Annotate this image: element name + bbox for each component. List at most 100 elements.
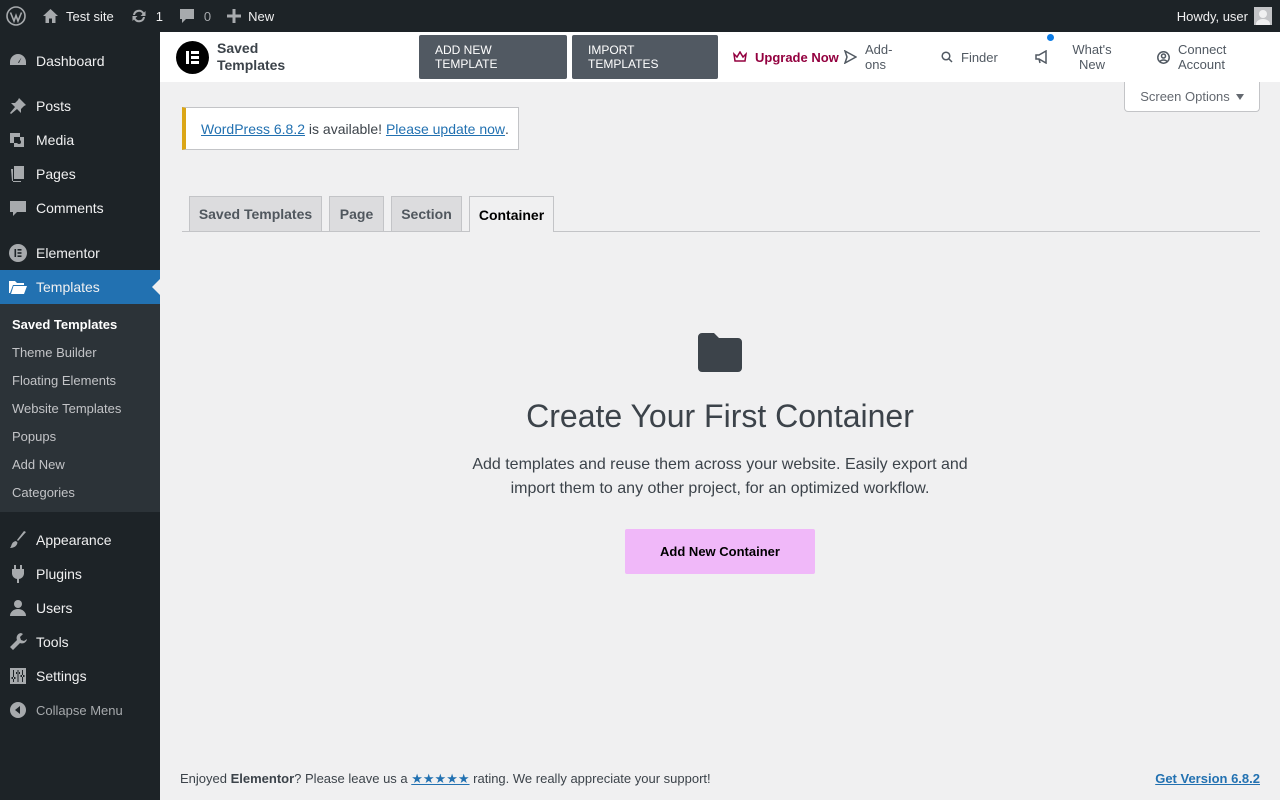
import-templates-button[interactable]: IMPORT TEMPLATES xyxy=(572,35,718,79)
wrench-icon xyxy=(8,632,28,652)
submenu-theme-builder[interactable]: Theme Builder xyxy=(0,339,160,367)
upgrade-label: Upgrade Now xyxy=(755,49,839,65)
megaphone-icon xyxy=(1035,50,1047,64)
update-notice: WordPress 6.8.2 is available! Please upd… xyxy=(182,107,519,150)
screen-options-button[interactable]: Screen Options xyxy=(1124,82,1260,112)
sidebar-item-label: Posts xyxy=(36,98,72,114)
elementor-top-bar: Saved Templates ADD NEW TEMPLATE IMPORT … xyxy=(160,32,1280,82)
elementor-icon xyxy=(8,243,28,263)
collapse-icon xyxy=(8,700,28,720)
folder-open-icon xyxy=(8,277,28,297)
sidebar-item-elementor[interactable]: Elementor xyxy=(0,236,160,270)
dashboard-icon xyxy=(8,51,28,71)
template-type-tabs: Saved Templates Page Section Container xyxy=(182,196,1260,232)
notification-dot xyxy=(1047,34,1054,41)
updates-count: 1 xyxy=(155,8,163,24)
sidebar-item-comments[interactable]: Comments xyxy=(0,191,160,225)
brush-icon xyxy=(8,530,28,550)
wordpress-logo-icon[interactable] xyxy=(0,0,34,32)
tab-page[interactable]: Page xyxy=(329,196,384,231)
comment-icon xyxy=(8,198,28,218)
tab-section[interactable]: Section xyxy=(391,196,462,231)
user-circle-icon xyxy=(1157,50,1170,64)
sliders-icon xyxy=(8,666,28,686)
footer-mid: ? Please leave us a xyxy=(294,771,412,786)
connect-account-link[interactable]: Connect Account xyxy=(1157,42,1247,72)
notice-text: is available! xyxy=(305,120,386,137)
sidebar-item-posts[interactable]: Posts xyxy=(0,89,160,123)
plus-icon xyxy=(227,9,242,23)
collapse-menu-button[interactable]: Collapse Menu xyxy=(0,693,160,727)
caret-down-icon xyxy=(1235,93,1244,100)
sidebar-item-dashboard[interactable]: Dashboard xyxy=(0,44,160,78)
update-icon xyxy=(130,8,148,24)
collapse-menu-label: Collapse Menu xyxy=(36,702,123,718)
comments-link[interactable]: 0 xyxy=(171,0,219,32)
site-name-label: Test site xyxy=(66,8,114,24)
footer-brand: Elementor xyxy=(230,771,295,786)
add-new-container-button[interactable]: Add New Container xyxy=(625,529,815,574)
page-title: Saved Templates xyxy=(217,40,286,73)
footer-post: rating. We really appreciate your suppor… xyxy=(469,771,711,786)
crown-icon xyxy=(733,51,747,62)
submenu-popups[interactable]: Popups xyxy=(0,423,160,451)
updates-link[interactable]: 1 xyxy=(122,0,171,32)
update-now-link[interactable]: Please update now xyxy=(386,121,505,137)
new-label: New xyxy=(248,8,275,24)
submenu-categories[interactable]: Categories xyxy=(0,479,160,507)
empty-state-description: Add templates and reuse them across your… xyxy=(472,456,968,497)
submenu-website-templates[interactable]: Website Templates xyxy=(0,395,160,423)
account-menu[interactable]: Howdy, user xyxy=(1169,0,1280,32)
submenu-saved-templates[interactable]: Saved Templates xyxy=(0,311,160,339)
submenu-floating-elements[interactable]: Floating Elements xyxy=(0,367,160,395)
wordpress-version-link[interactable]: WordPress 6.8.2 xyxy=(201,121,305,137)
upgrade-now-link[interactable]: Upgrade Now xyxy=(733,50,843,65)
new-content-link[interactable]: New xyxy=(219,0,282,32)
footer-text: Enjoyed Elementor? Please leave us a ★★★… xyxy=(180,771,711,787)
plug-icon xyxy=(8,564,28,584)
get-version-link[interactable]: Get Version 6.8.2 xyxy=(1155,771,1260,787)
sidebar-item-label: Users xyxy=(36,600,73,616)
site-name-link[interactable]: Test site xyxy=(34,0,122,32)
sidebar-item-pages[interactable]: Pages xyxy=(0,157,160,191)
sidebar-item-settings[interactable]: Settings xyxy=(0,659,160,693)
sidebar-item-label: Elementor xyxy=(36,245,100,261)
avatar xyxy=(1254,7,1272,25)
tab-container[interactable]: Container xyxy=(469,196,554,232)
notice-end: . xyxy=(505,120,509,137)
sidebar-item-plugins[interactable]: Plugins xyxy=(0,557,160,591)
sidebar-item-label: Pages xyxy=(36,166,76,182)
rating-stars-link[interactable]: ★★★★★ xyxy=(411,771,469,786)
templates-submenu: Saved Templates Theme Builder Floating E… xyxy=(0,304,160,512)
comments-count: 0 xyxy=(203,8,212,24)
submenu-add-new[interactable]: Add New xyxy=(0,451,160,479)
pin-icon xyxy=(8,96,28,116)
addons-label: Add-ons xyxy=(865,42,893,72)
screen-options-label: Screen Options xyxy=(1140,89,1230,104)
sidebar-item-tools[interactable]: Tools xyxy=(0,625,160,659)
whats-new-link[interactable]: What's New xyxy=(1035,34,1157,72)
comment-icon xyxy=(179,8,195,24)
sidebar-item-appearance[interactable]: Appearance xyxy=(0,523,160,557)
folder-icon xyxy=(696,330,744,374)
admin-sidebar: Dashboard Posts Media Pages Comments Ele… xyxy=(0,32,160,800)
search-icon xyxy=(941,51,953,63)
connect-account-label: Connect Account xyxy=(1178,42,1227,72)
add-new-template-button[interactable]: ADD NEW TEMPLATE xyxy=(419,35,567,79)
sidebar-item-media[interactable]: Media xyxy=(0,123,160,157)
empty-state: Create Your First Container Add template… xyxy=(160,330,1280,574)
sidebar-item-templates[interactable]: Templates xyxy=(0,270,160,304)
sidebar-item-label: Comments xyxy=(36,200,104,216)
addons-link[interactable]: Add-ons xyxy=(843,42,941,72)
admin-bar: Test site 1 0 New Howdy, user xyxy=(0,0,1280,32)
finder-label: Finder xyxy=(961,49,998,65)
whats-new-label: What's New xyxy=(1072,42,1112,72)
sidebar-item-users[interactable]: Users xyxy=(0,591,160,625)
admin-footer: Enjoyed Elementor? Please leave us a ★★★… xyxy=(180,771,1260,787)
sidebar-item-label: Tools xyxy=(36,634,69,650)
finder-link[interactable]: Finder xyxy=(941,50,1035,65)
sidebar-item-label: Dashboard xyxy=(36,53,105,69)
pages-icon xyxy=(8,164,28,184)
sidebar-item-label: Plugins xyxy=(36,566,82,582)
tab-saved-templates[interactable]: Saved Templates xyxy=(189,196,322,231)
